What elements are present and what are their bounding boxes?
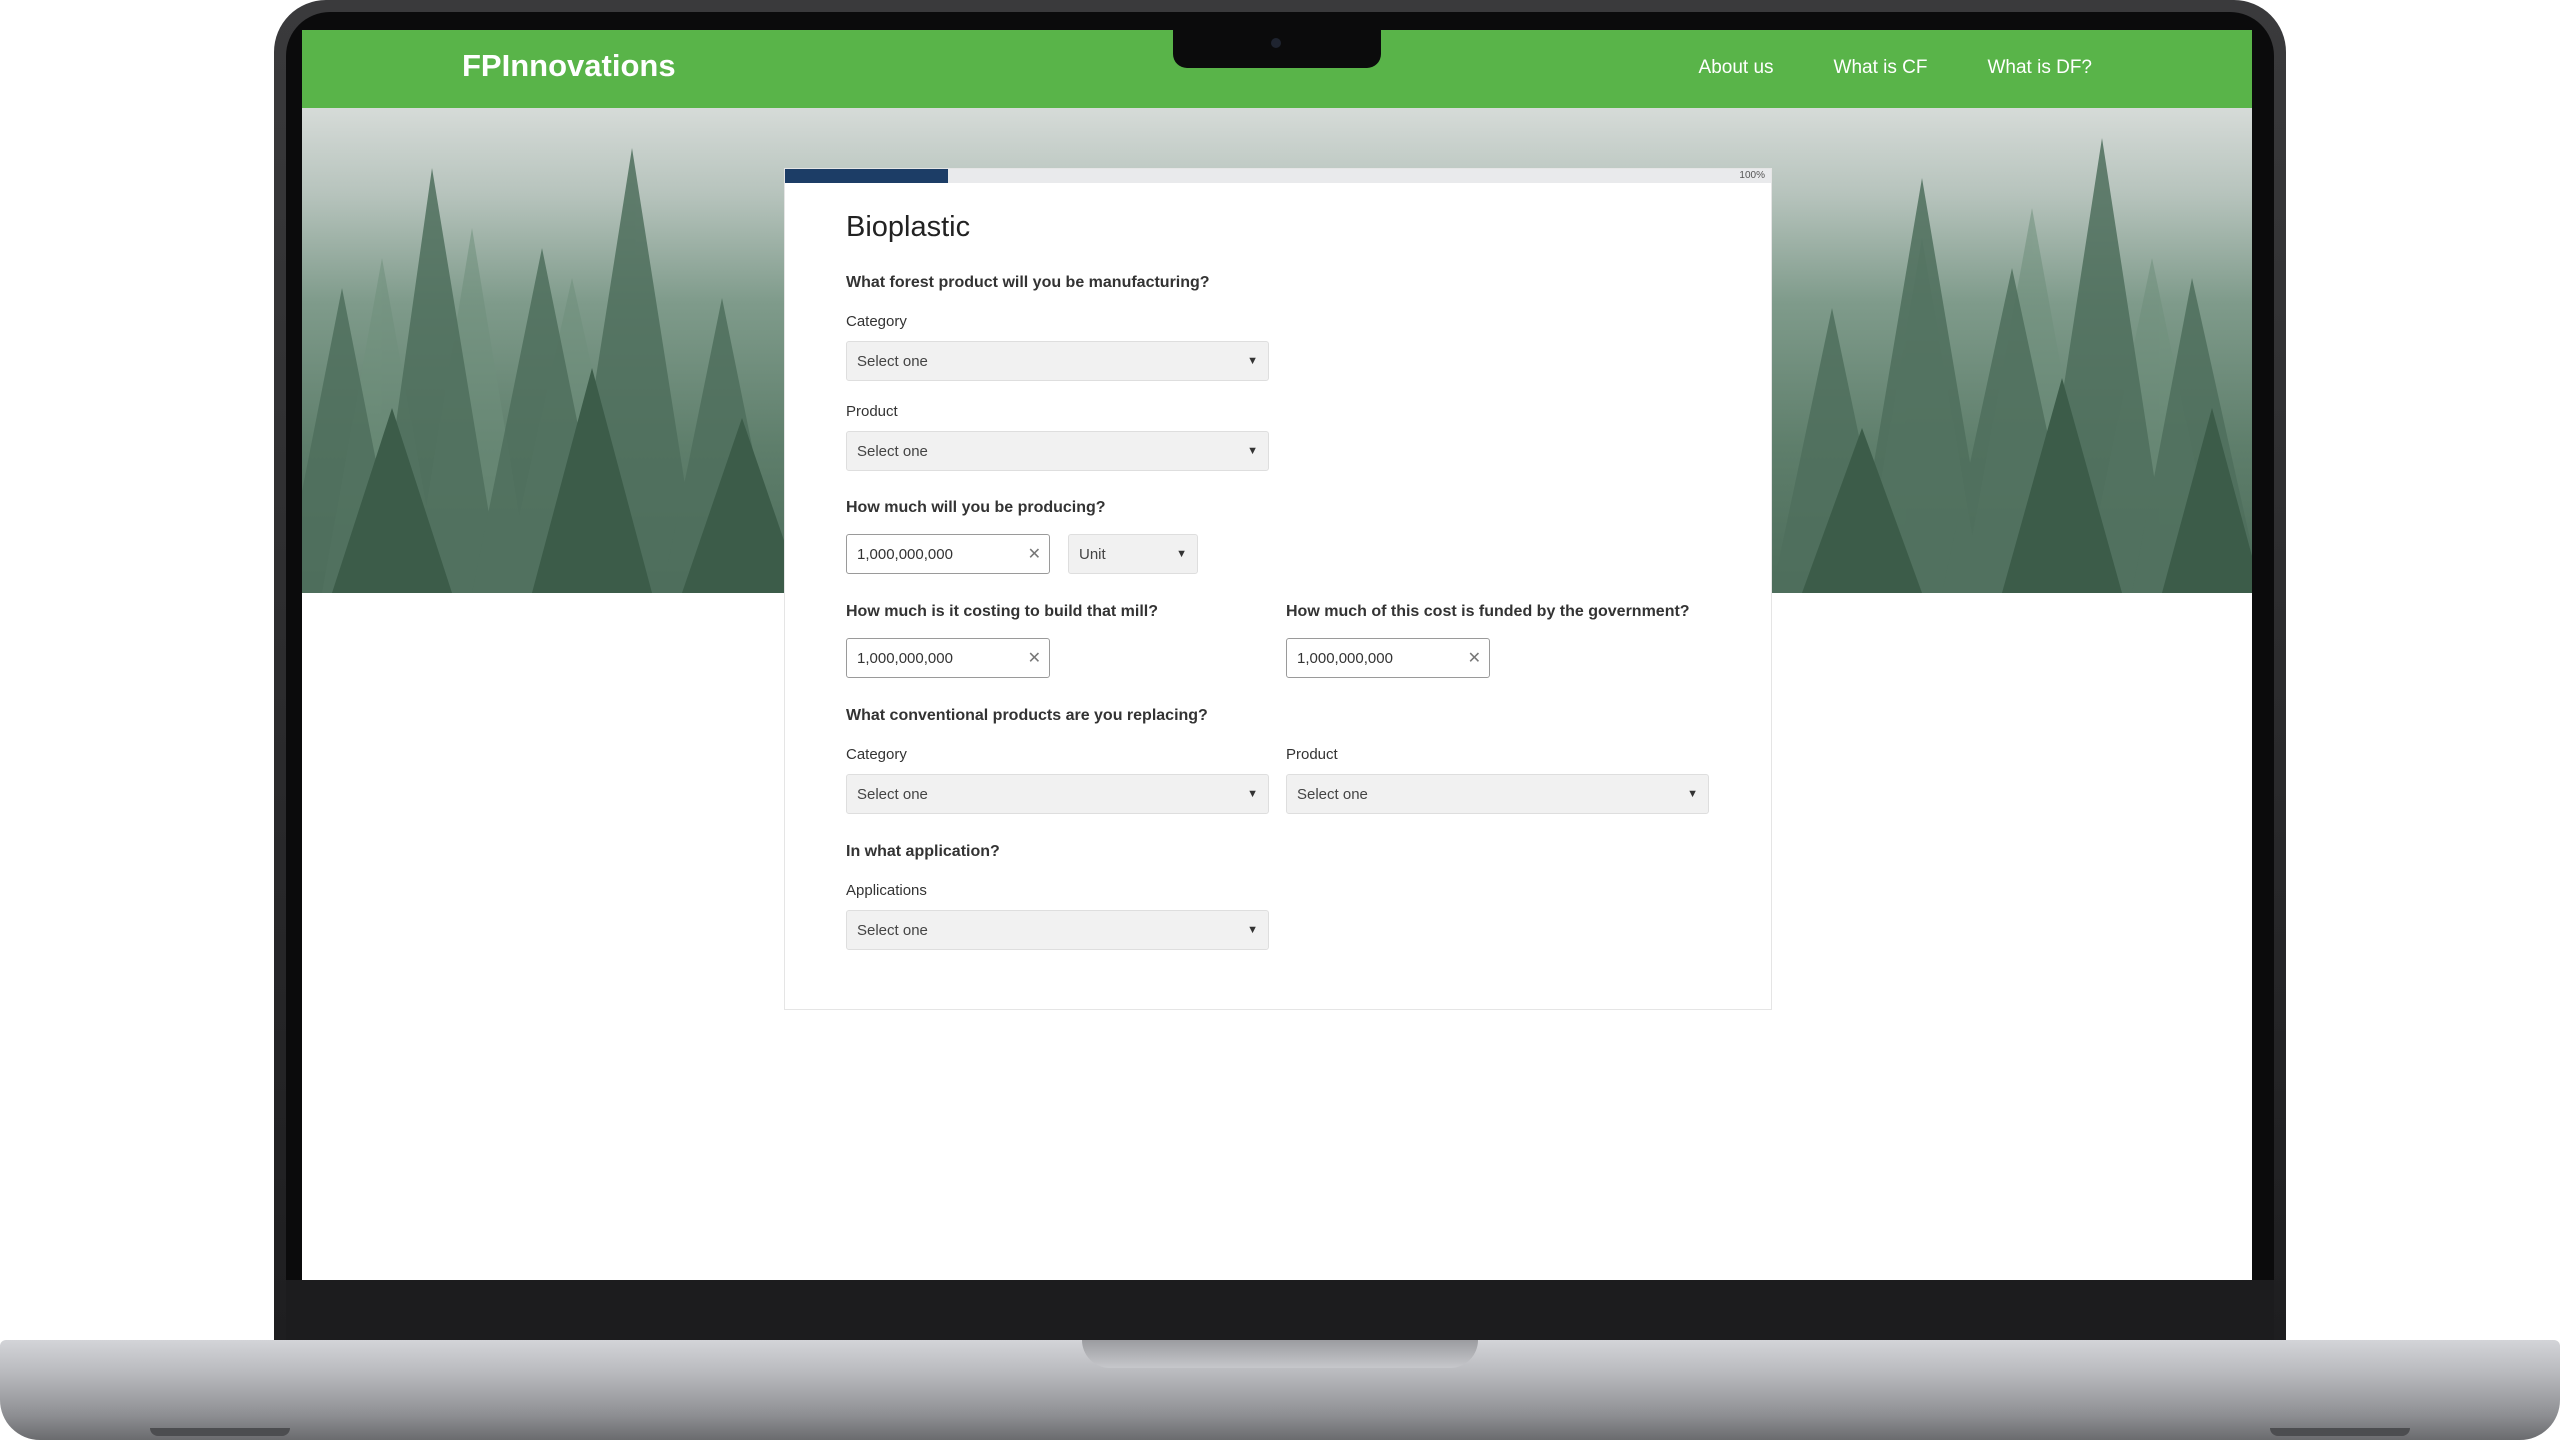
category-select[interactable]: Select one ▼ bbox=[846, 341, 1269, 381]
form-card: 100% Bioplastic What forest product will… bbox=[784, 168, 1772, 1010]
laptop-chin bbox=[286, 1280, 2274, 1345]
camera-icon bbox=[1271, 38, 1281, 48]
applications-label: Applications bbox=[846, 882, 927, 899]
caret-down-icon: ▼ bbox=[1247, 355, 1258, 367]
caret-down-icon: ▼ bbox=[1687, 788, 1698, 800]
nav-what-is-df[interactable]: What is DF? bbox=[1987, 57, 2092, 79]
category-label: Category bbox=[846, 313, 907, 330]
question-replacing: What conventional products are you repla… bbox=[846, 707, 1208, 724]
laptop-hinge-notch bbox=[1082, 1340, 1478, 1368]
select-value: Select one bbox=[1297, 786, 1368, 803]
brand-logo[interactable]: FPInnovations bbox=[462, 48, 676, 84]
laptop-foot bbox=[2270, 1428, 2410, 1436]
camera-notch bbox=[1173, 30, 1381, 68]
product-select[interactable]: Select one ▼ bbox=[846, 431, 1269, 471]
screen: FPInnovations About us What is CF What i… bbox=[302, 30, 2252, 1280]
select-value: Select one bbox=[857, 443, 928, 460]
replace-category-label: Category bbox=[846, 746, 907, 763]
replace-product-select[interactable]: Select one ▼ bbox=[1286, 774, 1709, 814]
select-value: Select one bbox=[857, 353, 928, 370]
select-value: Select one bbox=[857, 922, 928, 939]
applications-select[interactable]: Select one ▼ bbox=[846, 910, 1269, 950]
replace-product-label: Product bbox=[1286, 746, 1338, 763]
question-quantity: How much will you be producing? bbox=[846, 499, 1106, 516]
laptop-foot bbox=[150, 1428, 290, 1436]
nav-about-us[interactable]: About us bbox=[1699, 57, 1774, 79]
caret-down-icon: ▼ bbox=[1247, 445, 1258, 457]
caret-down-icon: ▼ bbox=[1247, 788, 1258, 800]
cost-input[interactable]: 1,000,000,000 ✕ bbox=[846, 638, 1050, 678]
progress-label: 100% bbox=[1739, 170, 1765, 181]
progress-bar: 100% bbox=[785, 169, 1771, 183]
question-manufacture: What forest product will you be manufact… bbox=[846, 274, 1210, 291]
clear-x-icon[interactable]: ✕ bbox=[1468, 648, 1481, 668]
unit-select[interactable]: Unit ▼ bbox=[1068, 534, 1198, 574]
product-label: Product bbox=[846, 403, 898, 420]
input-value: 1,000,000,000 bbox=[857, 650, 953, 667]
question-cost: How much is it costing to build that mil… bbox=[846, 603, 1158, 620]
quantity-input[interactable]: 1,000,000,000 ✕ bbox=[846, 534, 1050, 574]
main-nav: About us What is CF What is DF? bbox=[1699, 57, 2092, 79]
question-funded: How much of this cost is funded by the g… bbox=[1286, 603, 1690, 620]
question-application: In what application? bbox=[846, 843, 1000, 860]
select-value: Unit bbox=[1079, 546, 1106, 563]
funded-input[interactable]: 1,000,000,000 ✕ bbox=[1286, 638, 1490, 678]
select-value: Select one bbox=[857, 786, 928, 803]
input-value: 1,000,000,000 bbox=[1297, 650, 1393, 667]
progress-fill bbox=[785, 169, 948, 183]
caret-down-icon: ▼ bbox=[1247, 924, 1258, 936]
input-value: 1,000,000,000 bbox=[857, 546, 953, 563]
clear-x-icon[interactable]: ✕ bbox=[1028, 544, 1041, 564]
replace-category-select[interactable]: Select one ▼ bbox=[846, 774, 1269, 814]
caret-down-icon: ▼ bbox=[1176, 548, 1187, 560]
clear-x-icon[interactable]: ✕ bbox=[1028, 648, 1041, 668]
nav-what-is-cf[interactable]: What is CF bbox=[1834, 57, 1928, 79]
form-title: Bioplastic bbox=[846, 211, 971, 243]
